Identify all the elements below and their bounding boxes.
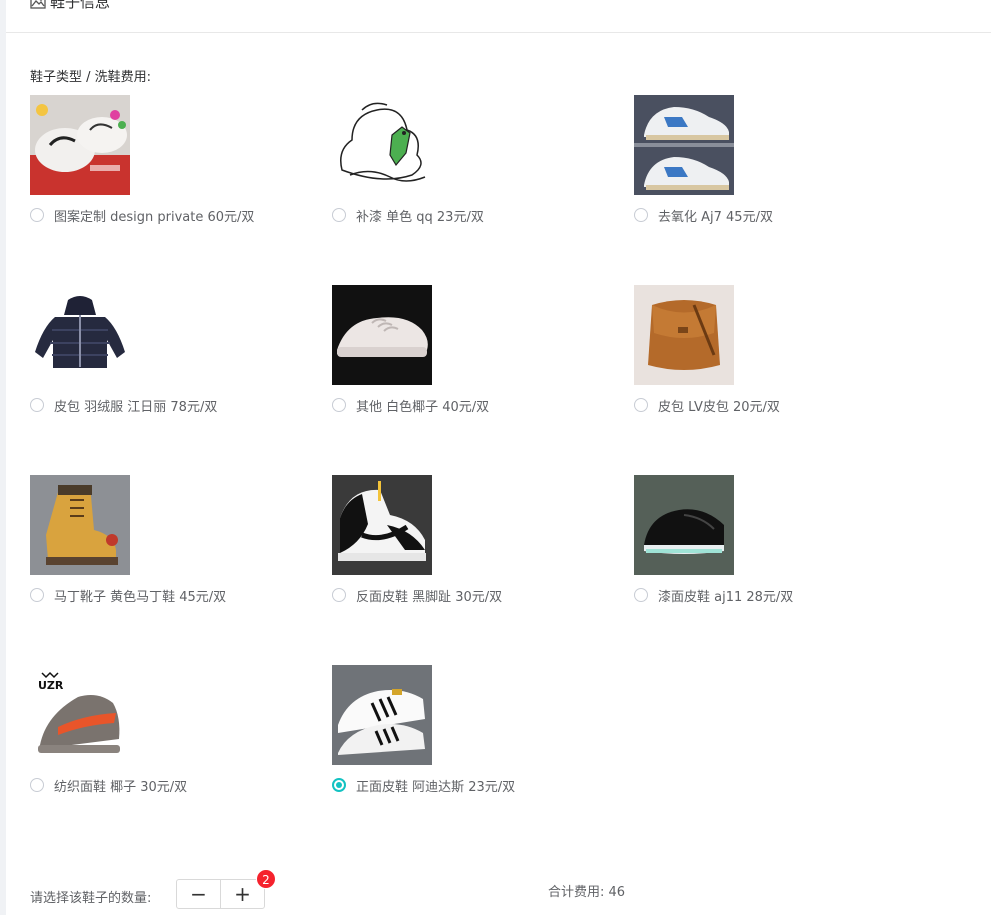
option-item[interactable]: 皮包 羽绒服 江日丽 78元/双 — [30, 285, 320, 425]
option-item[interactable]: 正面皮鞋 阿迪达斯 23元/双 — [332, 665, 622, 805]
radio-button[interactable] — [30, 398, 44, 412]
option-label: 漆面皮鞋 aj11 28元/双 — [658, 589, 794, 605]
radio-button[interactable] — [30, 208, 44, 222]
option-radio-row[interactable]: 正面皮鞋 阿迪达斯 23元/双 — [332, 776, 622, 795]
image-icon — [30, 0, 46, 9]
panel-title: 鞋子信息 — [50, 0, 111, 11]
option-item[interactable]: 去氧化 Aj7 45元/双 — [634, 95, 924, 235]
quantity-badge: 2 — [256, 869, 276, 889]
option-image-white-yeezy — [332, 285, 432, 385]
option-image-uzr-yeezy: UZR — [30, 665, 130, 765]
option-radio-row[interactable]: 马丁靴子 黄色马丁鞋 45元/双 — [30, 586, 320, 605]
quantity-label: 请选择该鞋子的数量: — [30, 891, 152, 906]
section-label: 鞋子类型 / 洗鞋费用: — [30, 70, 152, 85]
option-image-yellow-boot — [30, 475, 130, 575]
radio-button[interactable] — [30, 778, 44, 792]
option-radio-row[interactable]: 皮包 羽绒服 江日丽 78元/双 — [30, 396, 320, 415]
radio-button[interactable] — [634, 208, 648, 222]
option-label: 皮包 LV皮包 20元/双 — [658, 399, 780, 415]
uzr-logo: UZR — [38, 679, 64, 692]
decrement-button[interactable]: − — [177, 880, 221, 908]
radio-button[interactable] — [634, 588, 648, 602]
quantity-stepper[interactable]: − + — [176, 879, 265, 909]
option-radio-row[interactable]: 图案定制 design private 60元/双 — [30, 206, 320, 225]
option-item[interactable]: 图案定制 design private 60元/双 — [30, 95, 320, 235]
option-label: 其他 白色椰子 40元/双 — [356, 399, 490, 415]
option-image-adidas-superstar — [332, 665, 432, 765]
radio-button[interactable] — [332, 398, 346, 412]
option-item[interactable]: 漆面皮鞋 aj11 28元/双 — [634, 475, 924, 615]
option-radio-row[interactable]: 去氧化 Aj7 45元/双 — [634, 206, 924, 225]
option-label: 补漆 单色 qq 23元/双 — [356, 209, 484, 225]
option-image-leather-bag — [634, 285, 734, 385]
option-radio-row[interactable]: 漆面皮鞋 aj11 28元/双 — [634, 586, 924, 605]
option-radio-row[interactable]: 补漆 单色 qq 23元/双 — [332, 206, 622, 225]
shoe-info-panel: 鞋子信息 鞋子类型 / 洗鞋费用: 图案定制 design private 60… — [6, 0, 991, 915]
option-label: 去氧化 Aj7 45元/双 — [658, 209, 773, 225]
option-image-painted-sneakers — [30, 95, 130, 195]
option-item[interactable]: 马丁靴子 黄色马丁鞋 45元/双 — [30, 475, 320, 615]
radio-button[interactable] — [332, 208, 346, 222]
option-radio-row[interactable]: 皮包 LV皮包 20元/双 — [634, 396, 924, 415]
radio-button-checked[interactable] — [332, 778, 346, 792]
option-item[interactable]: 皮包 LV皮包 20元/双 — [634, 285, 924, 425]
option-image-sketch-logo — [332, 95, 432, 195]
option-label: 马丁靴子 黄色马丁鞋 45元/双 — [54, 589, 227, 605]
option-label: 皮包 羽绒服 江日丽 78元/双 — [54, 399, 218, 415]
option-item[interactable]: UZR 纺织面鞋 椰子 30元/双 — [30, 665, 320, 805]
option-label: 纺织面鞋 椰子 30元/双 — [54, 779, 188, 795]
option-label: 正面皮鞋 阿迪达斯 23元/双 — [356, 779, 516, 795]
option-radio-row[interactable]: 纺织面鞋 椰子 30元/双 — [30, 776, 320, 795]
option-item[interactable]: 其他 白色椰子 40元/双 — [332, 285, 622, 425]
radio-button[interactable] — [332, 588, 346, 602]
option-image-two-sneakers — [634, 95, 734, 195]
option-radio-row[interactable]: 反面皮鞋 黑脚趾 30元/双 — [332, 586, 622, 605]
radio-button[interactable] — [634, 398, 648, 412]
panel-header: 鞋子信息 — [6, 0, 991, 33]
option-label: 图案定制 design private 60元/双 — [54, 209, 255, 225]
option-item[interactable]: 补漆 单色 qq 23元/双 — [332, 95, 622, 235]
total-fee: 合计费用: 46 — [548, 885, 626, 900]
option-label: 反面皮鞋 黑脚趾 30元/双 — [356, 589, 503, 605]
option-image-jordan-black-toe — [332, 475, 432, 575]
option-radio-row[interactable]: 其他 白色椰子 40元/双 — [332, 396, 622, 415]
option-image-aj11 — [634, 475, 734, 575]
radio-button[interactable] — [30, 588, 44, 602]
option-image-down-jacket — [30, 285, 130, 385]
option-item[interactable]: 反面皮鞋 黑脚趾 30元/双 — [332, 475, 622, 615]
